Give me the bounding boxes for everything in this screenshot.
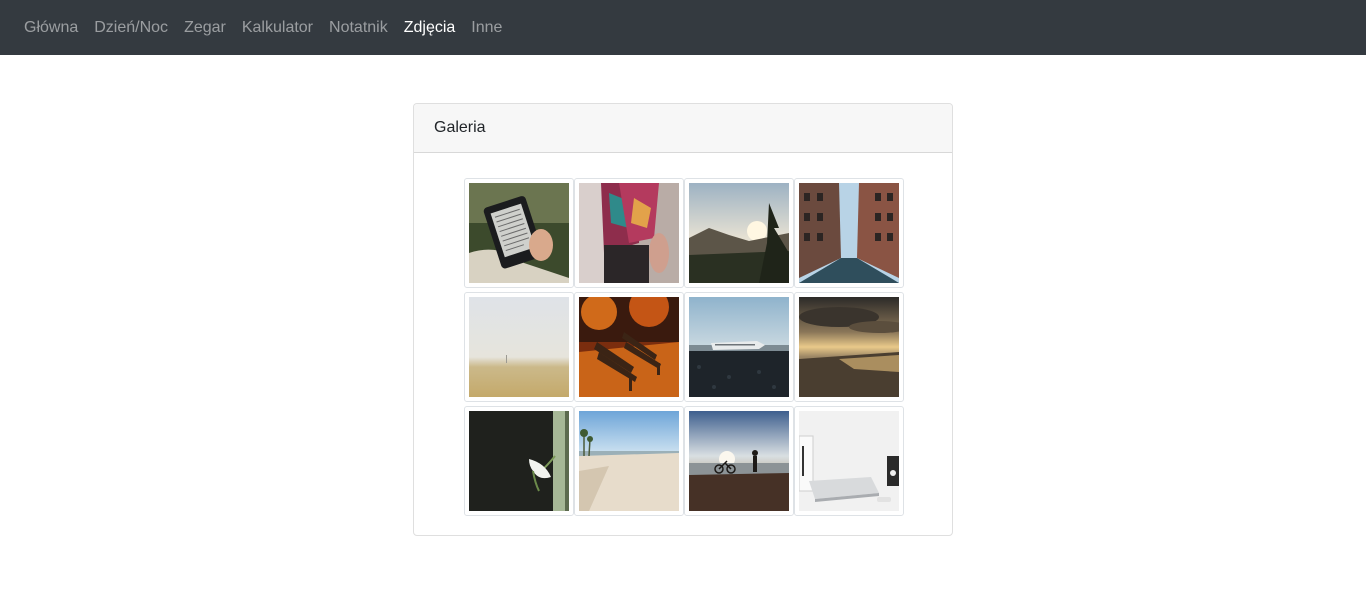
photo-thumbnail-e-reader[interactable] — [464, 178, 574, 288]
photo-thumbnail-foggy-field[interactable] — [464, 292, 574, 402]
nav-item-glowna[interactable]: Główna — [16, 0, 86, 55]
photo-thumbnail-person-with-bike[interactable] — [684, 406, 794, 516]
photo-image — [799, 183, 899, 283]
gallery-title: Galeria — [434, 119, 486, 136]
nav-item-inne[interactable]: Inne — [463, 0, 510, 55]
photo-thumbnail-sunset-beach[interactable] — [794, 292, 904, 402]
photo-thumbnail-plane-wreck[interactable] — [684, 292, 794, 402]
gallery-card: Galeria — [413, 103, 953, 536]
photo-thumbnail-sandy-beach[interactable] — [574, 406, 684, 516]
nav-item-kalkulator[interactable]: Kalkulator — [234, 0, 321, 55]
photo-grid — [464, 178, 904, 516]
photo-image — [469, 183, 569, 283]
photo-thumbnail-autumn-bench[interactable] — [574, 292, 684, 402]
photo-image — [689, 411, 789, 511]
photo-thumbnail-city-street[interactable] — [794, 178, 904, 288]
photo-image — [579, 411, 679, 511]
nav-item-dzien-noc[interactable]: Dzień/Noc — [86, 0, 176, 55]
photo-image — [689, 183, 789, 283]
photo-image — [689, 297, 789, 397]
nav-item-zdjecia[interactable]: Zdjęcia — [396, 0, 464, 55]
photo-thumbnail-calla-lily[interactable] — [464, 406, 574, 516]
nav-item-notatnik[interactable]: Notatnik — [321, 0, 396, 55]
nav-item-zegar[interactable]: Zegar — [176, 0, 234, 55]
photo-thumbnail-laptop-desk[interactable] — [794, 406, 904, 516]
photo-thumbnail-mountain-sunrise[interactable] — [684, 178, 794, 288]
photo-image — [579, 297, 679, 397]
photo-image — [469, 297, 569, 397]
photo-image — [799, 297, 899, 397]
photo-thumbnail-scarf[interactable] — [574, 178, 684, 288]
top-navbar: Główna Dzień/Noc Zegar Kalkulator Notatn… — [0, 0, 1366, 55]
photo-image — [799, 411, 899, 511]
photo-image — [579, 183, 679, 283]
gallery-header: Galeria — [414, 104, 952, 153]
photo-image — [469, 411, 569, 511]
